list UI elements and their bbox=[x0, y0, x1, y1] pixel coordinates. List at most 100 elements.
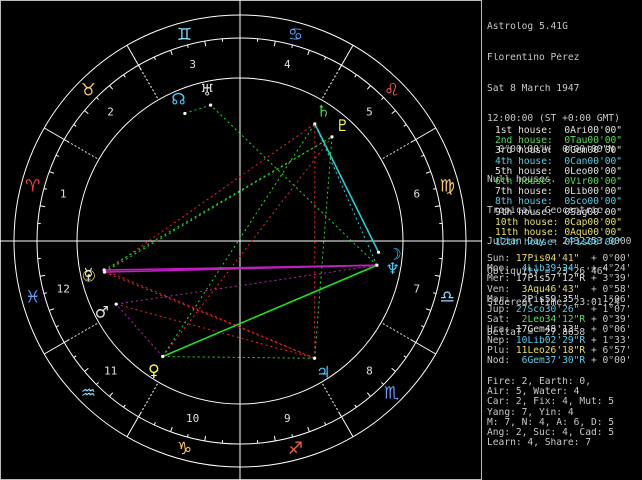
degree-tick bbox=[433, 292, 437, 295]
house-label: 10th house: bbox=[495, 217, 559, 228]
sagittarius-icon: ♐ bbox=[288, 439, 303, 459]
planet-name: Jup: bbox=[487, 304, 516, 315]
summary-row: M: 7, N: 4, A: 6, D: 5 bbox=[487, 418, 614, 428]
house-label: 11th house: bbox=[495, 227, 559, 238]
planet-position: 11Leo26'18"R bbox=[515, 345, 591, 356]
aspect-ven-jup bbox=[162, 356, 315, 359]
house-divider bbox=[138, 64, 159, 101]
degree-tick bbox=[421, 154, 425, 157]
house-cusp: 0Pis00'00" bbox=[558, 238, 623, 249]
ven-dot bbox=[161, 354, 165, 359]
planet-row: Moo: 4Lib39'24" + 4°24' bbox=[487, 264, 631, 274]
aspect-jup-plu bbox=[314, 136, 333, 359]
planet-speed: + 6°57' bbox=[590, 345, 632, 356]
degree-tick bbox=[96, 97, 99, 100]
house-number: 10 bbox=[186, 412, 199, 425]
aries-icon: ♈ bbox=[25, 176, 40, 196]
degree-tick bbox=[204, 40, 207, 47]
house-number: 12 bbox=[57, 282, 70, 295]
house-label: 5th house: bbox=[495, 166, 559, 177]
sign-divider bbox=[126, 416, 139, 437]
house-cusp: 0Cap00'00" bbox=[558, 217, 623, 228]
mar-dot bbox=[114, 302, 118, 306]
nep-icon: ♆ bbox=[385, 259, 399, 278]
planet-position: 4Lib39'24" bbox=[515, 264, 591, 275]
house-row: 3rd house: 0Gem00'00" bbox=[495, 146, 622, 156]
planet-position: 2Pis59'35" bbox=[515, 294, 591, 305]
planet-speed: - 1°06' bbox=[590, 294, 632, 305]
house-row: 5th house: 0Leo00'00" bbox=[495, 167, 622, 177]
house-divider bbox=[321, 381, 342, 418]
planet-speed: + 0°58' bbox=[590, 284, 632, 295]
degree-tick bbox=[433, 187, 437, 190]
summary-text: Fire: 2, Earth: 0, bbox=[487, 377, 591, 387]
planet-speed: + 0°00' bbox=[590, 355, 632, 366]
leo-icon: ♌ bbox=[384, 80, 399, 100]
planet-position: 17Pis57'12"R bbox=[515, 274, 591, 285]
aspect-lines bbox=[103, 104, 380, 359]
degree-tick bbox=[204, 435, 207, 442]
sign-divider bbox=[415, 127, 436, 140]
chart-date: Sat 8 March 1947 bbox=[487, 83, 580, 94]
house-cusp: 0Ari00'00" bbox=[558, 126, 623, 136]
planet-position: 6Gem37'30"R bbox=[515, 355, 591, 366]
planet-row: Sun: 17Pis04'41" + 0°00' bbox=[487, 254, 631, 264]
house-label: 1st house: bbox=[495, 126, 559, 136]
house-divider bbox=[380, 322, 417, 343]
planet-name: Moo: bbox=[487, 264, 516, 275]
house-label: 6th house: bbox=[495, 176, 559, 187]
degree-tick bbox=[39, 205, 46, 208]
planet-name: Ura: bbox=[487, 325, 516, 336]
planet-name: Ven: bbox=[487, 284, 516, 295]
degree-tick bbox=[49, 171, 55, 174]
degree-tick bbox=[138, 412, 142, 418]
degree-tick bbox=[109, 392, 114, 397]
degree-tick bbox=[338, 64, 342, 70]
mer-icon: ☿ bbox=[84, 264, 94, 283]
degree-tick bbox=[425, 171, 431, 174]
scorpio-icon: ♏ bbox=[384, 384, 399, 404]
summary-text: Learn: 4, Share: 7 bbox=[487, 438, 591, 449]
moo-dot bbox=[376, 250, 381, 254]
house-divider bbox=[138, 381, 159, 418]
planet-position: 2Leo34'12"R bbox=[515, 315, 591, 326]
ura-icon: ♅ bbox=[200, 81, 214, 100]
house-label: 7th house: bbox=[495, 187, 559, 198]
planet-position: 27Sco30'26" bbox=[515, 304, 591, 315]
pisces-icon: ♓ bbox=[25, 288, 40, 308]
degree-tick bbox=[421, 325, 425, 328]
nod-dot bbox=[183, 111, 187, 116]
degree-tick bbox=[84, 367, 89, 372]
degree-tick bbox=[434, 205, 441, 208]
house-number: 8 bbox=[366, 364, 373, 377]
degree-tick bbox=[307, 50, 310, 56]
degree-tick bbox=[366, 392, 371, 397]
degree-tick bbox=[63, 139, 69, 143]
libra-icon: ♎ bbox=[440, 288, 455, 308]
house-row: 2nd house: 0Tau00'00" bbox=[495, 136, 622, 146]
degree-tick bbox=[273, 40, 276, 47]
ura-dot bbox=[209, 103, 213, 107]
plu-dot bbox=[330, 135, 334, 139]
virgo-icon: ♍ bbox=[440, 176, 455, 196]
summary-text: M: 7, N: 4, A: 6, D: 5 bbox=[487, 417, 615, 428]
degree-tick bbox=[84, 110, 89, 115]
degree-tick bbox=[291, 44, 294, 48]
house-divider bbox=[63, 322, 100, 343]
house-divider bbox=[321, 64, 342, 101]
house-row: 9th house: 0Sag00'00" bbox=[495, 208, 622, 218]
aspect-ven-sat bbox=[162, 123, 316, 357]
house-cusp: 0Sag00'00" bbox=[558, 207, 623, 218]
mer-dot bbox=[102, 268, 106, 272]
house-row: 11th house: 0Aqu00'00" bbox=[495, 228, 622, 238]
house-number: 9 bbox=[284, 412, 291, 425]
degree-tick bbox=[153, 422, 156, 426]
degree-tick bbox=[403, 355, 407, 358]
house-row: 12th house: 0Pis00'00" bbox=[495, 238, 622, 248]
house-label: 8th house: bbox=[495, 197, 559, 208]
plu-icon: ♇ bbox=[335, 116, 349, 135]
sign-divider bbox=[341, 416, 354, 437]
planet-row: Jup: 27Sco30'26" + 1°07' bbox=[487, 305, 631, 315]
aspect-sun-sat bbox=[104, 123, 316, 273]
degree-tick bbox=[307, 426, 310, 432]
